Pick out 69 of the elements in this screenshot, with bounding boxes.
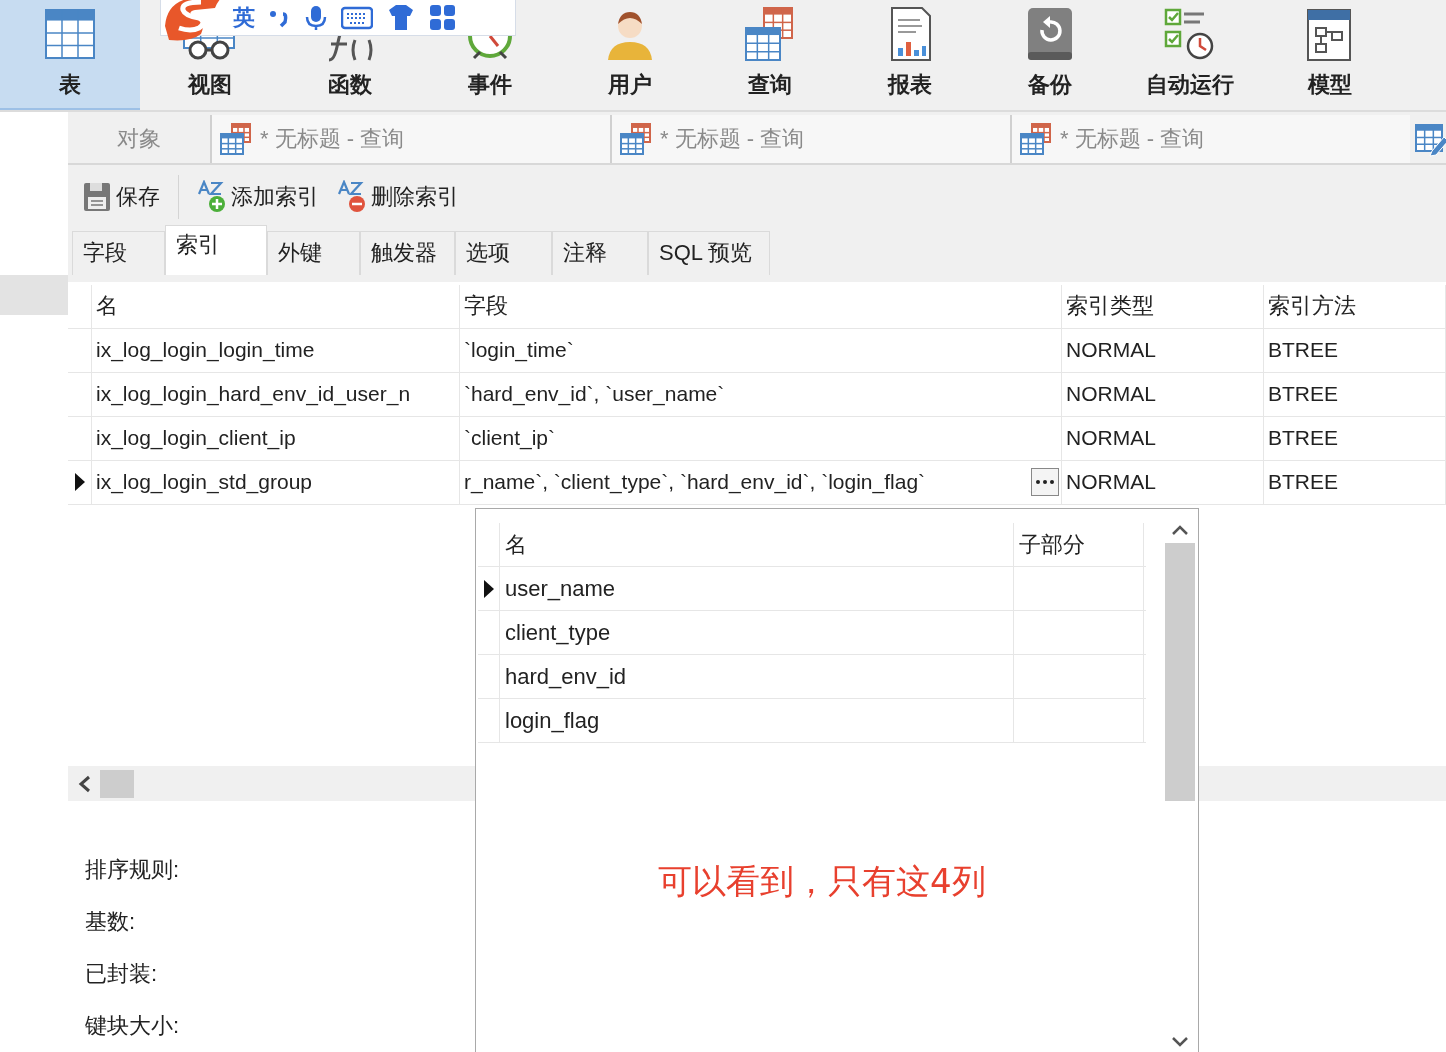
ribbon-button[interactable]: 查询 [700,0,840,110]
toolbar-button[interactable]: 保存 [76,176,166,217]
table-cell: ix_log_login_hard_env_id_user_n [92,372,460,416]
shirt-icon [387,4,415,31]
editor-tab[interactable]: 触发器 [360,230,455,275]
annotation-text: 可以看到，只有这4列 [658,860,986,903]
column-header[interactable]: 子部分 [1014,523,1144,566]
toolbar-button[interactable]: 删除索引 [331,176,465,217]
column-header[interactable]: 字段 [460,284,1062,328]
scroll-left-icon [78,774,92,793]
add-index-icon [197,179,227,214]
table-edit-icon [1414,121,1446,157]
ribbon-button[interactable]: 备份 [980,0,1120,110]
save-icon [82,180,112,213]
table-cell: BTREE [1264,328,1446,372]
table-cell: hard_env_id [500,655,1014,698]
delete-index-icon [337,179,367,214]
editor-tab[interactable]: 选项 [455,230,552,275]
editor-tab[interactable]: 外键 [267,230,360,275]
property-label: 排序规则: [85,856,180,884]
ribbon-button[interactable]: 自动运行 [1120,0,1260,110]
table-cell: `login_time` [460,328,1062,372]
ribbon-button[interactable]: 模型 [1260,0,1400,110]
table-cell: ix_log_login_std_group [92,460,460,504]
keyboard-icon [341,4,373,31]
table-cell: r_name`, `client_type`, `hard_env_id`, `login_flag` [464,470,926,495]
ribbon-button[interactable]: 用户 [560,0,700,110]
row-pointer-icon [482,578,495,599]
ribbon-button[interactable]: 报表 [840,0,980,110]
editor-tab[interactable]: SQL 预览 [648,230,770,275]
table-cell: BTREE [1264,416,1446,460]
ellipsis-icon [1035,479,1055,486]
table-cell: ix_log_login_client_ip [92,416,460,460]
table-cell: BTREE [1264,372,1446,416]
ribbon-button[interactable]: 表 [0,0,140,110]
column-header[interactable]: 名 [92,284,460,328]
table-cell: `hard_env_id`, `user_name` [460,372,1062,416]
table-icon [45,6,95,62]
query-icon [1020,123,1052,155]
sidebar-item[interactable] [0,275,68,315]
table-cell: NORMAL [1062,372,1264,416]
microphone-icon [305,4,327,31]
ime-language-toggle[interactable]: 英 [233,2,255,33]
query-icon [620,123,652,155]
column-header[interactable]: 索引方法 [1264,284,1446,328]
table-cell: user_name [500,567,1014,610]
property-label: 已封装: [85,960,158,988]
column-header[interactable]: 名 [500,523,1014,566]
column-header[interactable]: 索引类型 [1062,284,1264,328]
table-cell: ix_log_login_login_time [92,328,460,372]
query-icon [220,123,252,155]
apps-grid-icon [429,4,456,31]
scrollbar-thumb[interactable] [1165,543,1195,801]
table-cell: NORMAL [1062,328,1264,372]
ellipsis-button[interactable] [1031,468,1059,497]
table-cell: NORMAL [1062,416,1264,460]
row-pointer-icon [73,472,86,493]
table-cell: `client_ip` [460,416,1062,460]
editor-tab[interactable]: 字段 [72,230,165,275]
scrollbar-thumb[interactable] [100,769,134,798]
editor-tab[interactable]: 索引 [165,224,267,275]
table-cell: BTREE [1264,460,1446,504]
table-cell: NORMAL [1062,460,1264,504]
table-cell: client_type [500,611,1014,654]
toolbar-button[interactable]: 添加索引 [191,176,325,217]
table-cell: login_flag [500,699,1014,742]
property-label: 键块大小: [85,1012,180,1040]
editor-tab[interactable]: 注释 [552,230,648,275]
property-label: 基数: [85,908,136,936]
